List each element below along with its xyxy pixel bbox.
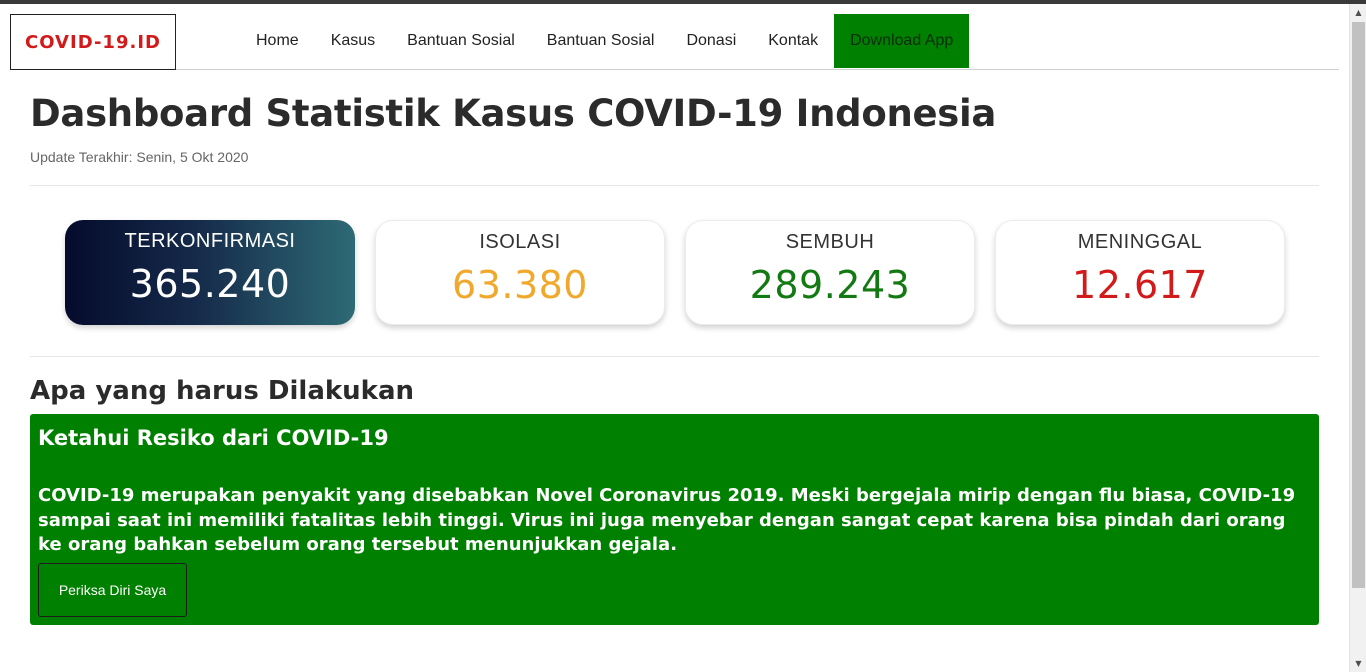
window-top-strip <box>0 0 1366 4</box>
scroll-up-arrow-icon[interactable]: ▲ <box>1350 4 1366 21</box>
stat-value-deaths: 12.617 <box>1072 263 1208 307</box>
stat-value-recovered: 289.243 <box>749 263 911 307</box>
stat-card-recovered: SEMBUH 289.243 <box>685 220 975 325</box>
stat-card-deaths: MENINGGAL 12.617 <box>995 220 1285 325</box>
vertical-scrollbar[interactable]: ▲ ▼ <box>1349 4 1366 672</box>
nav-links: Home Kasus Bantuan Sosial Bantuan Sosial… <box>240 14 970 68</box>
risk-info-box: Ketahui Resiko dari COVID-19 COVID-19 me… <box>30 414 1319 625</box>
nav-item-bantuan-sosial-1[interactable]: Bantuan Sosial <box>391 14 531 68</box>
info-box-title: Ketahui Resiko dari COVID-19 <box>38 426 389 450</box>
stat-value-isolation: 63.380 <box>452 263 588 307</box>
scroll-down-arrow-icon[interactable]: ▼ <box>1350 655 1366 672</box>
stat-value-confirmed: 365.240 <box>129 262 291 306</box>
self-check-button[interactable]: Periksa Diri Saya <box>38 563 187 617</box>
stat-label-isolation: ISOLASI <box>479 231 561 253</box>
nav-item-bantuan-sosial-2[interactable]: Bantuan Sosial <box>531 14 671 68</box>
nav-item-home[interactable]: Home <box>240 14 315 68</box>
divider <box>30 356 1319 357</box>
stat-label-confirmed: TERKONFIRMASI <box>124 230 296 252</box>
section-title: Apa yang harus Dilakukan <box>30 376 415 406</box>
info-box-text: COVID-19 merupakan penyakit yang disebab… <box>38 485 1296 555</box>
stat-card-confirmed: TERKONFIRMASI 365.240 <box>65 220 355 325</box>
scrollbar-thumb[interactable] <box>1352 22 1365 588</box>
stat-label-deaths: MENINGGAL <box>1077 231 1203 253</box>
stat-label-recovered: SEMBUH <box>785 231 875 253</box>
nav-item-kontak[interactable]: Kontak <box>752 14 834 68</box>
download-app-button[interactable]: Download App <box>834 14 970 68</box>
nav-item-kasus[interactable]: Kasus <box>315 14 391 68</box>
nav-item-donasi[interactable]: Donasi <box>670 14 752 68</box>
page-title: Dashboard Statistik Kasus COVID-19 Indon… <box>30 92 997 135</box>
stat-card-isolation: ISOLASI 63.380 <box>375 220 665 325</box>
navbar: COVID-19.ID Home Kasus Bantuan Sosial Ba… <box>10 14 1339 70</box>
divider <box>30 185 1319 186</box>
last-update-text: Update Terakhir: Senin, 5 Okt 2020 <box>30 149 249 165</box>
brand-logo[interactable]: COVID-19.ID <box>10 14 176 70</box>
